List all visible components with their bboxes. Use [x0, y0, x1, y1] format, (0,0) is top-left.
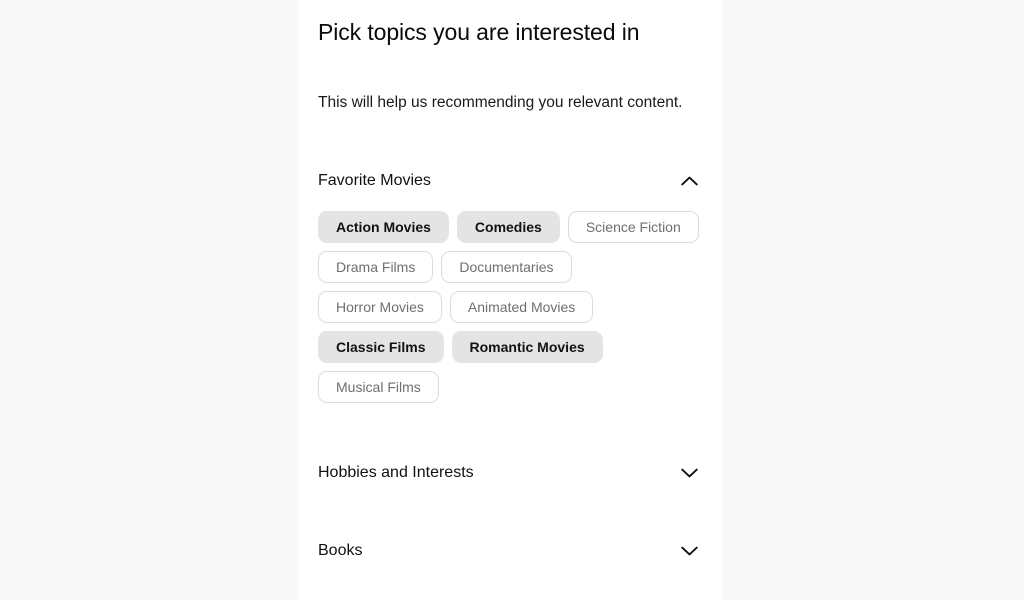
chevron-up-icon[interactable]	[678, 170, 700, 192]
chip-romantic-movies[interactable]: Romantic Movies	[451, 331, 603, 363]
chip-drama-films[interactable]: Drama Films	[318, 251, 434, 283]
chip-musical-films[interactable]: Musical Films	[318, 371, 439, 403]
section-header-hobbies-and-interests[interactable]: Hobbies and Interests	[318, 459, 702, 487]
chip-comedies[interactable]: Comedies	[456, 211, 560, 243]
chip-animated-movies[interactable]: Animated Movies	[449, 291, 594, 323]
section-title-favorite-movies: Favorite Movies	[318, 172, 431, 189]
section-title-books: Books	[318, 542, 363, 559]
chip-list-favorite-movies: Action Movies Comedies Science Fiction D…	[318, 195, 702, 403]
chip-documentaries[interactable]: Documentaries	[441, 251, 572, 283]
page-root: Pick topics you are interested in This w…	[0, 0, 1024, 600]
section-favorite-movies: Favorite Movies Action Movies Comedies S…	[318, 167, 702, 403]
chevron-down-icon[interactable]	[678, 540, 700, 562]
section-books: Books	[318, 537, 702, 565]
section-header-books[interactable]: Books	[318, 537, 702, 565]
chip-science-fiction[interactable]: Science Fiction	[567, 211, 699, 243]
chip-horror-movies[interactable]: Horror Movies	[318, 291, 442, 323]
chip-action-movies[interactable]: Action Movies	[318, 211, 449, 243]
section-hobbies-and-interests: Hobbies and Interests	[318, 459, 702, 487]
content-column: Pick topics you are interested in This w…	[298, 0, 722, 600]
section-header-favorite-movies[interactable]: Favorite Movies	[318, 167, 702, 195]
topic-sections: Favorite Movies Action Movies Comedies S…	[318, 115, 702, 565]
chip-classic-films[interactable]: Classic Films	[318, 331, 444, 363]
page-subtitle: This will help us recommending you relev…	[318, 94, 683, 111]
section-title-hobbies-and-interests: Hobbies and Interests	[318, 464, 474, 481]
page-title: Pick topics you are interested in	[318, 19, 640, 45]
chevron-down-icon[interactable]	[678, 462, 700, 484]
